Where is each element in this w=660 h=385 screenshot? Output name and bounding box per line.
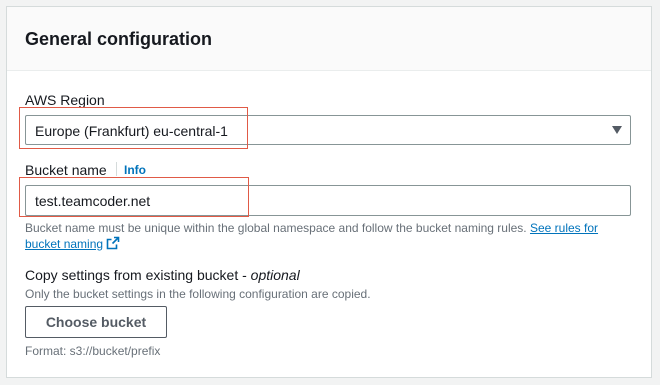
copy-settings-label: Copy settings from existing bucket - opt… [25, 267, 300, 283]
format-hint: Format: s3://bucket/prefix [25, 344, 161, 358]
region-label: AWS Region [25, 92, 105, 108]
panel-title: General configuration [25, 29, 213, 49]
copy-settings-description: Only the bucket settings in the followin… [25, 287, 371, 301]
bucket-name-input[interactable] [25, 185, 631, 216]
bucket-name-helper: Bucket name must be unique within the gl… [25, 220, 633, 252]
region-select[interactable]: Europe (Frankfurt) eu-central-1 [25, 115, 631, 145]
bucket-name-label: Bucket name [25, 162, 107, 178]
info-divider [116, 162, 117, 176]
external-link-icon [106, 236, 120, 250]
choose-bucket-button[interactable]: Choose bucket [25, 306, 167, 338]
region-selected-value: Europe (Frankfurt) eu-central-1 [35, 123, 228, 139]
panel-header: General configuration [7, 7, 651, 71]
optional-tag: optional [250, 267, 300, 283]
bucket-name-helper-text: Bucket name must be unique within the gl… [25, 221, 527, 235]
info-link[interactable]: Info [124, 162, 146, 178]
general-configuration-panel: General configuration AWS Region Europe … [6, 6, 652, 378]
caret-down-icon [612, 126, 622, 134]
